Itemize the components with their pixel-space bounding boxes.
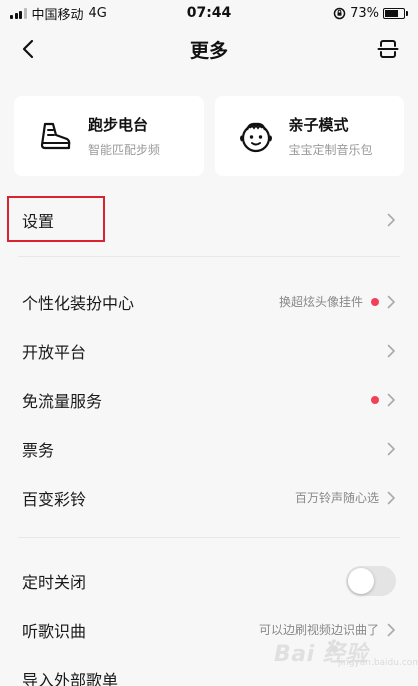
baby-face-icon [239, 122, 272, 153]
menu-item-label: 百变彩铃 [22, 489, 87, 509]
menu-item-tickets[interactable]: 票务 [0, 424, 418, 473]
status-right: 73% [333, 6, 408, 21]
card-title: 跑步电台 [88, 116, 149, 134]
settings-row[interactable]: 设置 [0, 195, 418, 244]
row-right [346, 565, 396, 596]
nav-bar: 更多 [0, 26, 418, 72]
row-right [371, 393, 396, 407]
signal-icon [10, 7, 27, 19]
watermark: Bai 经验 jingyan.baidu.com [274, 632, 418, 672]
feature-cards: 跑步电台 智能匹配步频 亲子模式 宝宝定制音乐包 [14, 96, 404, 176]
chevron-right-icon [387, 442, 395, 455]
menu-item-ringtone[interactable]: 百变彩铃 百万铃声随心选 [0, 473, 418, 522]
settings-section: 设置 [0, 195, 418, 244]
menu-item-label: 个性化装扮中心 [22, 293, 135, 313]
scan-icon[interactable] [376, 37, 400, 61]
menu-item-label: 免流量服务 [22, 391, 103, 411]
menu-item-hint: 百万铃声随心选 [294, 491, 379, 505]
menu-item-free-data[interactable]: 免流量服务 [0, 375, 418, 424]
chevron-right-icon [387, 213, 395, 226]
menu-list: 个性化装扮中心 换超炫头像挂件 开放平台 免流量服务 票务 百变彩铃 百万铃声随… [0, 277, 418, 522]
running-shoe-icon [40, 122, 71, 150]
carrier-name: 中国移动 [31, 7, 84, 23]
sleep-timer-toggle[interactable] [346, 565, 396, 596]
row-right [387, 442, 396, 456]
paw-icon [328, 639, 340, 652]
card-subtitle: 宝宝定制音乐包 [288, 143, 373, 157]
notification-dot [371, 395, 379, 404]
row-right [387, 344, 396, 358]
menu-item-label: 导入外部歌单 [22, 670, 119, 686]
toggle-knob [348, 567, 374, 594]
menu-item-personalization[interactable]: 个性化装扮中心 换超炫头像挂件 [0, 277, 418, 326]
watermark-url: jingyan.baidu.com [338, 658, 418, 668]
menu-item-label: 票务 [22, 440, 55, 460]
menu-item-label: 开放平台 [22, 342, 87, 362]
status-bar: 中国移动 4G 07:44 73% [0, 0, 418, 26]
rotation-lock-icon [333, 7, 346, 19]
page-title: 更多 [189, 39, 228, 62]
menu-item-open-platform[interactable]: 开放平台 [0, 326, 418, 375]
settings-label: 设置 [22, 211, 55, 231]
chevron-right-icon [387, 344, 395, 357]
running-radio-card[interactable]: 跑步电台 智能匹配步频 [14, 96, 204, 176]
card-text: 跑步电台 智能匹配步频 [88, 114, 160, 158]
chevron-right-icon [387, 491, 395, 504]
divider [18, 256, 400, 257]
notification-dot [371, 297, 379, 306]
kids-mode-card[interactable]: 亲子模式 宝宝定制音乐包 [214, 96, 404, 176]
back-arrow-icon[interactable] [18, 38, 40, 60]
battery-percent: 73% [350, 5, 379, 21]
network-type: 4G [88, 5, 107, 21]
divider [18, 537, 400, 538]
menu-item-label: 听歌识曲 [22, 621, 87, 641]
battery-icon [383, 7, 408, 19]
menu-item-label: 定时关闭 [22, 572, 87, 592]
menu-item-hint: 换超炫头像挂件 [278, 295, 363, 309]
status-left: 中国移动 4G [10, 4, 107, 23]
chevron-right-icon [387, 393, 395, 406]
chevron-right-icon [387, 295, 395, 308]
status-time: 07:44 [186, 5, 232, 21]
row-right: 换超炫头像挂件 [279, 293, 396, 310]
card-title: 亲子模式 [288, 116, 349, 134]
row-right: 百万铃声随心选 [295, 489, 396, 506]
card-subtitle: 智能匹配步频 [88, 143, 161, 157]
card-text: 亲子模式 宝宝定制音乐包 [289, 114, 373, 158]
menu-item-sleep-timer[interactable]: 定时关闭 [0, 556, 418, 605]
row-right [387, 213, 396, 227]
